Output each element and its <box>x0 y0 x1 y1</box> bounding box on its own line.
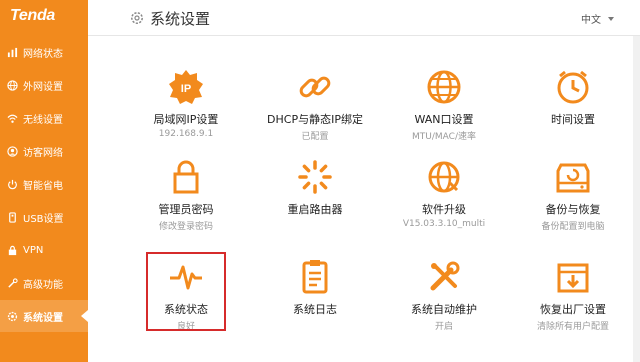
power-save-icon <box>6 178 18 190</box>
tile-sub: 开启 <box>434 322 453 332</box>
guest-icon <box>6 145 18 157</box>
sidebar-item-label: 智能省电 <box>23 180 63 192</box>
language-select[interactable]: 中文 <box>581 11 614 26</box>
sidebar-item-label: 外网设置 <box>23 81 63 93</box>
tile-wan[interactable]: WAN口设置 MTU/MAC/速率 <box>388 67 500 151</box>
sidebar: Tenda 网络状态 外网设置 无线设置 访客网络 智能省电 USB设置 VPN… <box>0 0 88 362</box>
tile-auto-maintenance[interactable]: 系统自动维护 开启 <box>388 257 500 341</box>
usb-icon <box>6 211 18 223</box>
sidebar-item-label: VPN <box>23 244 44 256</box>
tile-sub: 192.168.9.1 <box>158 129 214 139</box>
backup-icon <box>553 157 593 197</box>
tile-sub: V15.03.3.10_multi <box>402 219 486 229</box>
sidebar-item-guest[interactable]: 访客网络 <box>0 135 88 167</box>
language-value: 中文 <box>581 15 601 26</box>
tile-label: 时间设置 <box>551 113 595 126</box>
sidebar-item-network-status[interactable]: 网络状态 <box>0 36 88 68</box>
sidebar-item-label: 无线设置 <box>23 114 63 126</box>
sidebar-item-label: 系统设置 <box>23 312 63 324</box>
svg-text:IP: IP <box>181 83 191 95</box>
tile-reboot[interactable]: 重启路由器 <box>259 157 371 241</box>
tile-label: DHCP与静态IP绑定 <box>267 113 363 126</box>
vpn-icon <box>6 244 18 256</box>
upgrade-icon <box>424 157 464 197</box>
restart-icon <box>295 157 335 197</box>
tile-sub: MTU/MAC/速率 <box>412 132 476 142</box>
settings-icon <box>6 310 18 322</box>
wifi-icon <box>6 112 18 124</box>
tile-admin-password[interactable]: 管理员密码 修改登录密码 <box>130 157 242 241</box>
scrollbar[interactable] <box>633 36 640 362</box>
lock-icon <box>166 157 206 197</box>
tile-time[interactable]: 时间设置 <box>517 67 629 151</box>
globe-icon <box>424 67 464 107</box>
sidebar-item-label: 高级功能 <box>23 279 63 291</box>
sidebar-item-system-settings[interactable]: 系统设置 <box>0 300 88 332</box>
tile-label: 软件升级 <box>422 203 466 216</box>
sidebar-item-advanced[interactable]: 高级功能 <box>0 267 88 299</box>
sidebar-item-wan[interactable]: 外网设置 <box>0 69 88 101</box>
page-header: 系统设置 中文 <box>88 0 640 36</box>
tenda-logo: Tenda <box>10 7 56 24</box>
sidebar-item-wireless[interactable]: 无线设置 <box>0 102 88 134</box>
tile-label: 重启路由器 <box>287 203 343 216</box>
tile-label: WAN口设置 <box>414 113 474 126</box>
chevron-down-icon <box>608 16 614 21</box>
link-icon <box>295 67 335 107</box>
tile-lan-ip[interactable]: IP 局域网IP设置 192.168.9.1 <box>130 67 242 151</box>
sidebar-item-label: 访客网络 <box>23 147 63 159</box>
selection-highlight <box>146 252 226 331</box>
tile-upgrade[interactable]: 软件升级 V15.03.3.10_multi <box>388 157 500 241</box>
tile-dhcp[interactable]: DHCP与静态IP绑定 已配置 <box>259 67 371 151</box>
tile-label: 系统日志 <box>293 303 337 316</box>
clock-icon <box>553 67 593 107</box>
tile-sub: 已配置 <box>301 132 329 142</box>
tile-label: 局域网IP设置 <box>153 113 219 126</box>
sidebar-item-label: USB设置 <box>23 213 64 225</box>
sidebar-item-vpn[interactable]: VPN <box>0 234 88 266</box>
maintenance-icon <box>424 257 464 297</box>
tile-label: 备份与恢复 <box>545 203 601 216</box>
lan-ip-icon: IP <box>166 67 206 107</box>
tools-icon <box>6 277 18 289</box>
tile-sub: 清除所有用户配置 <box>536 322 609 332</box>
network-status-icon <box>6 46 18 58</box>
tile-sub: 备份配置到电脑 <box>541 222 605 232</box>
page-title: 系统设置 <box>150 10 211 28</box>
globe-icon <box>6 79 18 91</box>
gear-icon <box>130 10 144 24</box>
tile-system-log[interactable]: 系统日志 <box>259 257 371 341</box>
tile-label: 恢复出厂设置 <box>540 303 606 316</box>
sidebar-item-power-save[interactable]: 智能省电 <box>0 168 88 200</box>
tile-sub: 修改登录密码 <box>158 222 213 232</box>
tile-label: 系统自动维护 <box>411 303 477 316</box>
tile-factory-reset[interactable]: 恢复出厂设置 清除所有用户配置 <box>517 257 629 341</box>
sidebar-item-label: 网络状态 <box>23 48 63 60</box>
tile-backup[interactable]: 备份与恢复 备份配置到电脑 <box>517 157 629 241</box>
tile-label: 管理员密码 <box>158 203 214 216</box>
sidebar-item-usb[interactable]: USB设置 <box>0 201 88 233</box>
factory-reset-icon <box>553 257 593 297</box>
log-icon <box>295 257 335 297</box>
